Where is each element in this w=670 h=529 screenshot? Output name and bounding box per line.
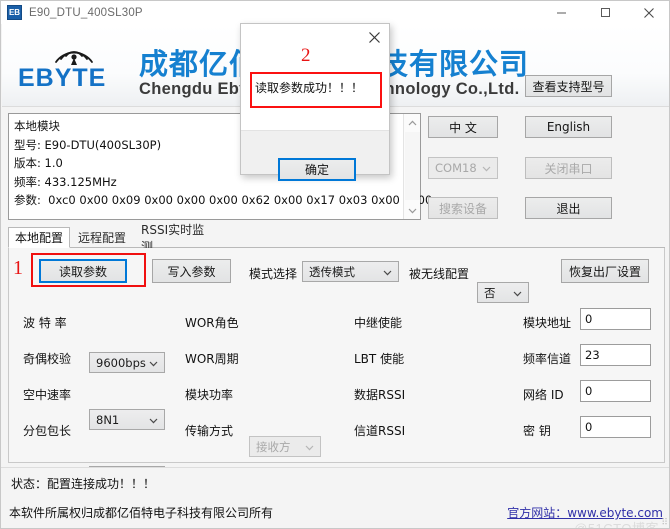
frequency-channel-label: 频率信道 [523, 352, 572, 366]
mode-select-label: 模式选择 [249, 267, 298, 281]
module-address-label: 模块地址 [523, 316, 572, 330]
module-power-label: 模块功率 [185, 388, 234, 402]
ebyte-logo-text: EBYTE [18, 64, 107, 92]
air-rate-label: 空中速率 [23, 388, 72, 402]
network-id-label: 网络 ID [523, 388, 564, 402]
info-scrollbar[interactable] [403, 114, 420, 219]
wireless-config-label: 被无线配置 [409, 267, 470, 281]
baud-rate-label: 波 特 率 [23, 316, 67, 330]
status-bar: 状态：配置连接成功！！！ 本软件所属权归成都亿佰特电子科技有限公司所有 官方网站… [1, 467, 669, 528]
module-address-input[interactable]: 0 [580, 308, 651, 330]
lbt-enable-label: LBT 使能 [354, 352, 405, 366]
chevron-down-icon [305, 440, 314, 454]
exit-button[interactable]: 退出 [525, 197, 612, 219]
wor-role-dropdown[interactable]: 接收方 [249, 436, 321, 457]
parity-dropdown[interactable]: 8N1 [89, 409, 165, 430]
com-port-select[interactable]: COM18 [428, 157, 498, 179]
key-input[interactable]: 0 [580, 416, 651, 438]
network-id-input[interactable]: 0 [580, 380, 651, 402]
official-website-link[interactable]: 官方网站：www.ebyte.com [507, 504, 663, 521]
channel-rssi-label: 信道RSSI [354, 424, 406, 438]
close-icon[interactable] [627, 1, 669, 24]
mode-select-value: 透传模式 [309, 264, 355, 279]
wor-role-label: WOR角色 [185, 316, 239, 330]
tab-remote-config[interactable]: 远程配置 [71, 227, 133, 248]
dialog-ok-button[interactable]: 确定 [278, 158, 356, 181]
baud-rate-value: 9600bps [96, 355, 146, 370]
wireless-config-dropdown[interactable]: 否 [477, 282, 529, 303]
maximize-icon[interactable] [583, 1, 627, 24]
chevron-down-icon [513, 286, 522, 300]
baud-rate-dropdown[interactable]: 9600bps [89, 352, 165, 373]
tab-rssi-monitor[interactable]: RSSI实时监测 [135, 223, 220, 254]
status-text: 状态：配置连接成功！！！ [11, 477, 156, 491]
wor-cycle-label: WOR周期 [185, 352, 239, 366]
annotation-number-step2: 2 [301, 45, 311, 66]
chevron-down-icon[interactable] [404, 202, 421, 219]
com-port-value: COM18 [435, 161, 477, 175]
transmit-mode-label: 传输方式 [185, 424, 234, 438]
wireless-signal-icon [55, 51, 93, 65]
window-controls [539, 1, 669, 24]
wor-role-value: 接收方 [256, 439, 291, 454]
tab-local-config[interactable]: 本地配置 [8, 227, 70, 248]
frequency-channel-input[interactable]: 23 [580, 344, 651, 366]
chevron-down-icon [149, 413, 158, 427]
key-label: 密 钥 [523, 424, 551, 438]
local-config-panel: 读取参数 写入参数 模式选择 透传模式 被无线配置 否 恢复出厂设置 波 特 率… [8, 248, 665, 528]
view-supported-models-button[interactable]: 查看支持型号 [525, 75, 612, 97]
window-title: E90_DTU_400SL30P [29, 6, 143, 19]
search-device-button[interactable]: 搜索设备 [428, 197, 498, 219]
wireless-config-value: 否 [484, 285, 496, 300]
data-rssi-label: 数据RSSI [354, 388, 406, 402]
dialog-message-text: 读取参数成功！！！ [255, 81, 364, 95]
chinese-language-button[interactable]: 中 文 [428, 116, 498, 138]
packet-length-label: 分包包长 [23, 424, 72, 438]
parity-value: 8N1 [96, 412, 120, 427]
application-window: EB E90_DTU_400SL30P EBYTE Chengdu Techno… [0, 0, 670, 529]
ebyte-logo: EBYTE [18, 37, 130, 95]
relay-enable-label: 中继使能 [354, 316, 403, 330]
title-bar: EB E90_DTU_400SL30P [1, 1, 669, 24]
tab-strip: 本地配置 远程配置 RSSI实时监测 [8, 223, 665, 254]
factory-reset-button[interactable]: 恢复出厂设置 [561, 259, 649, 283]
app-icon: EB [7, 5, 22, 20]
chevron-down-icon [482, 161, 491, 175]
write-params-button[interactable]: 写入参数 [152, 259, 231, 283]
close-icon[interactable] [363, 27, 385, 47]
message-dialog: 2 读取参数成功！！！ 确定 [240, 23, 390, 181]
english-language-button[interactable]: English [525, 116, 612, 138]
copyright-text: 本软件所属权归成都亿佰特电子科技有限公司所有 [9, 506, 274, 520]
chevron-down-icon [149, 356, 158, 370]
parity-label: 奇偶校验 [23, 352, 72, 366]
close-serial-port-button[interactable]: 关闭串口 [525, 157, 612, 179]
read-params-button[interactable]: 读取参数 [39, 259, 127, 283]
chevron-up-icon[interactable] [404, 114, 421, 131]
scrollbar-track[interactable] [405, 132, 420, 200]
resize-grip-icon[interactable]: ⠿ [661, 517, 668, 528]
annotation-number-step1: 1 [13, 257, 23, 279]
minimize-icon[interactable] [539, 1, 583, 24]
mode-select-dropdown[interactable]: 透传模式 [302, 261, 399, 282]
chevron-down-icon [383, 265, 392, 279]
